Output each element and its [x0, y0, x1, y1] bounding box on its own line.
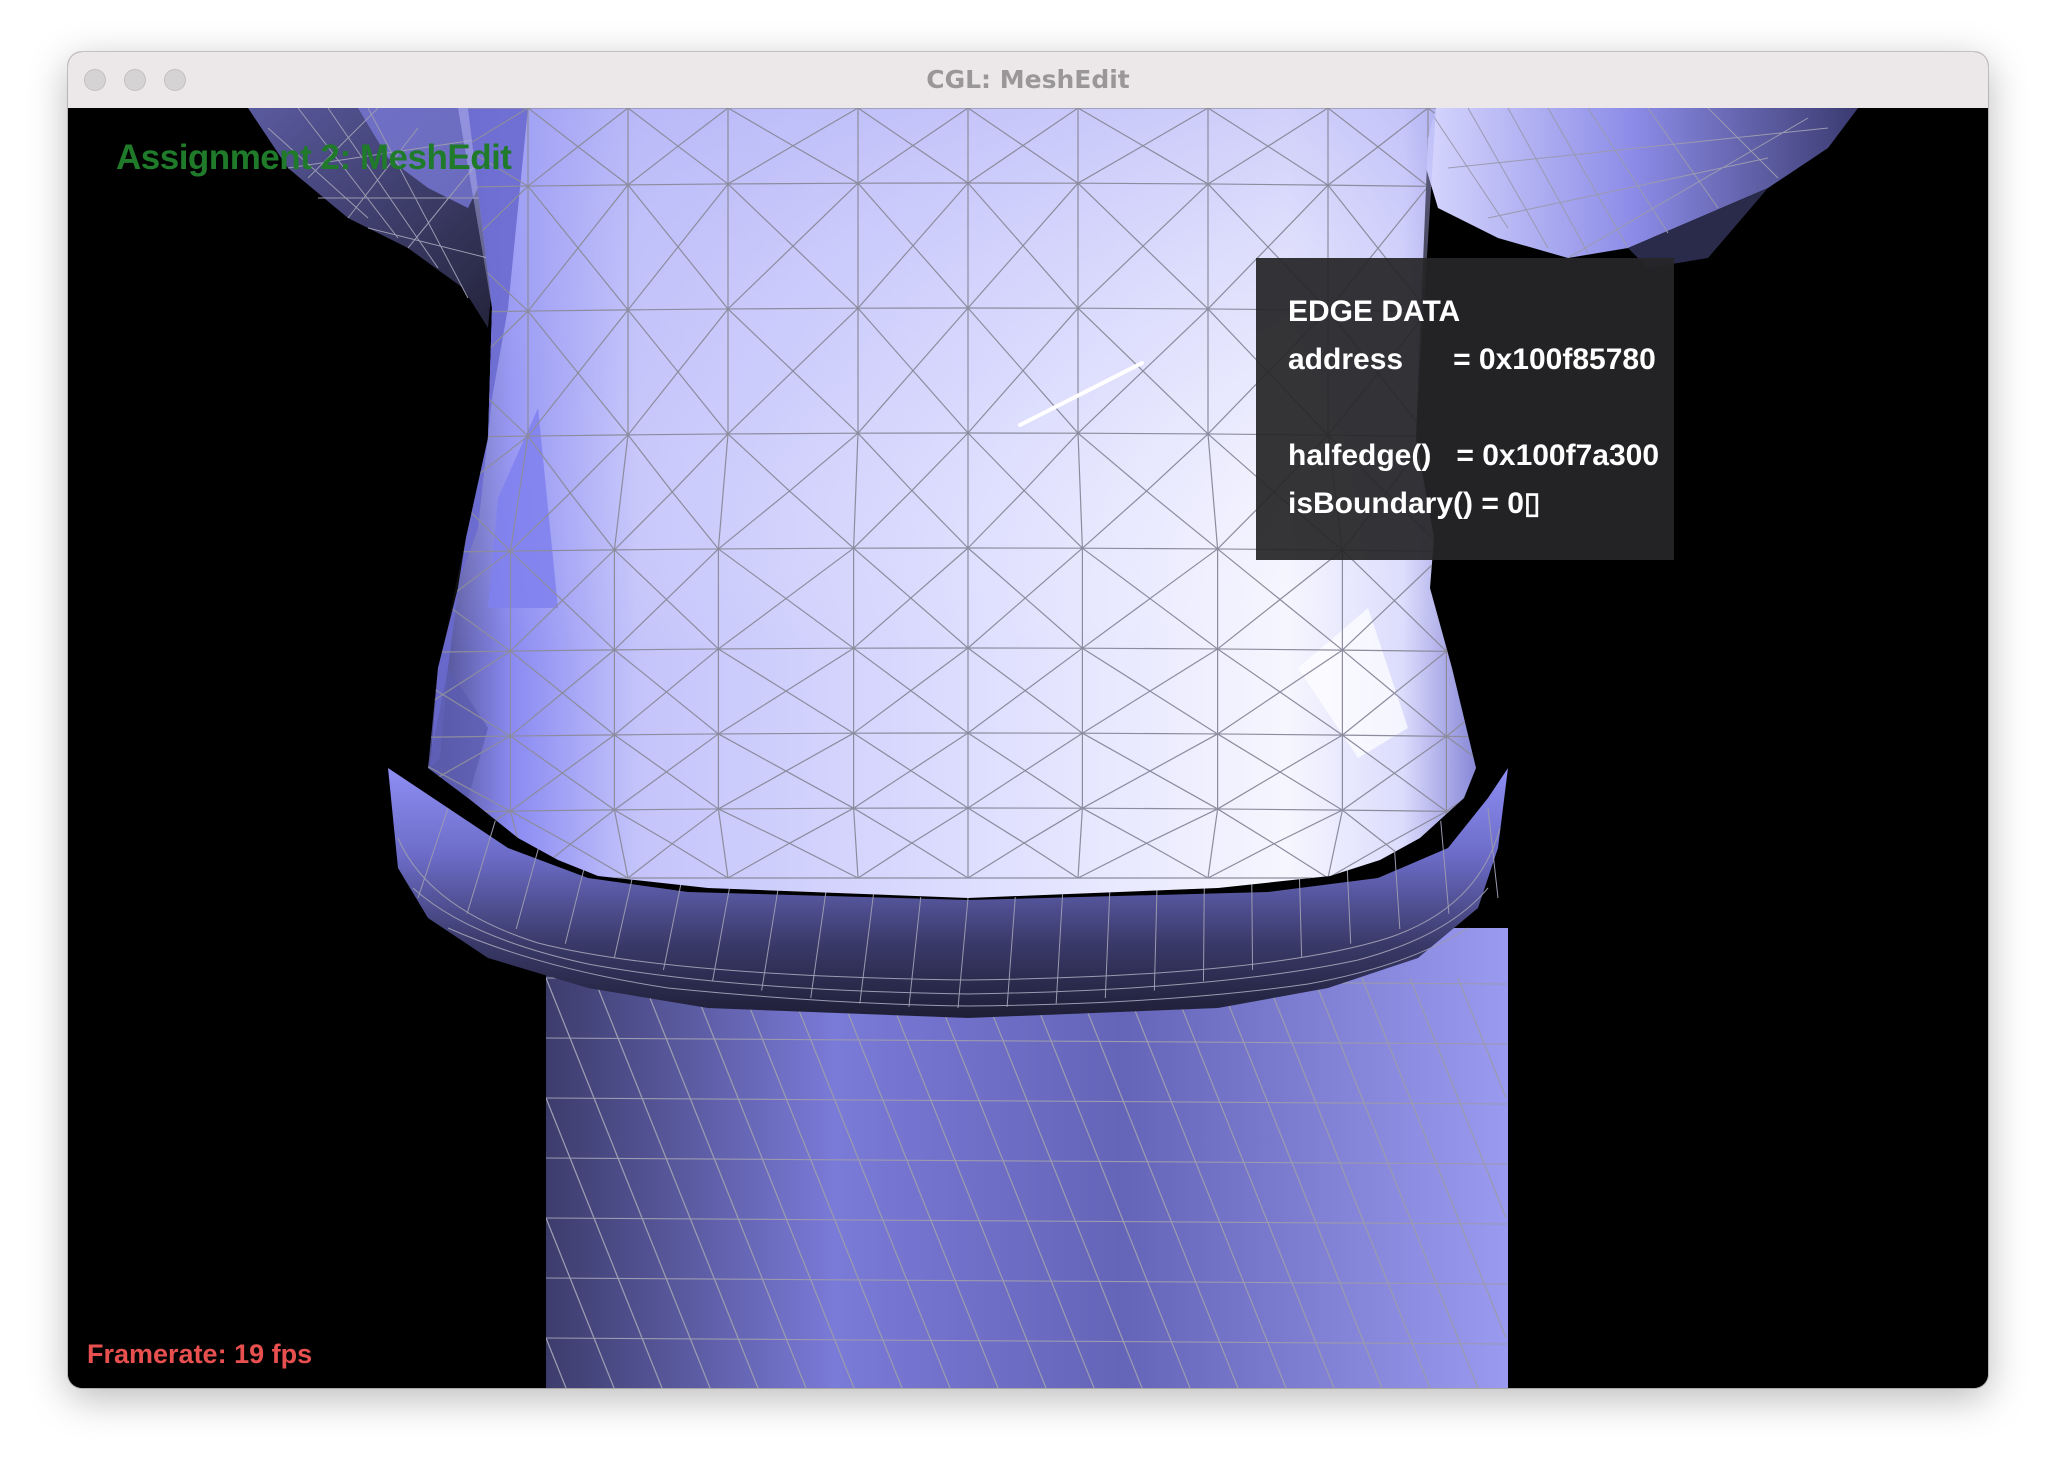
- title-bar[interactable]: CGL: MeshEdit: [68, 52, 1988, 109]
- framerate-label: Framerate: 19 fps: [87, 1339, 313, 1369]
- mesh-viewport[interactable]: Assignment 2: MeshEdit EDGE DATA address…: [68, 108, 1988, 1388]
- window-title: CGL: MeshEdit: [926, 65, 1130, 94]
- mesh-right-arm: [1408, 108, 1858, 268]
- edge-data-panel: EDGE DATA address = 0x100f85780 halfedge…: [1256, 258, 1674, 560]
- edge-halfedge-text: halfedge() = 0x100f7a300: [1288, 439, 1660, 472]
- app-title: Assignment 2: MeshEdit: [116, 138, 512, 177]
- edge-address-text: address = 0x100f85780: [1288, 343, 1656, 376]
- edge-data-heading: EDGE DATA: [1288, 295, 1461, 328]
- edge-boundary-text: isBoundary() = 0▯: [1288, 487, 1541, 520]
- app-window: CGL: MeshEdit Assignment 2: MeshEdit EDG…: [68, 52, 1988, 1388]
- panel-spacer: [1288, 384, 1674, 432]
- mesh-render[interactable]: [68, 108, 1988, 1388]
